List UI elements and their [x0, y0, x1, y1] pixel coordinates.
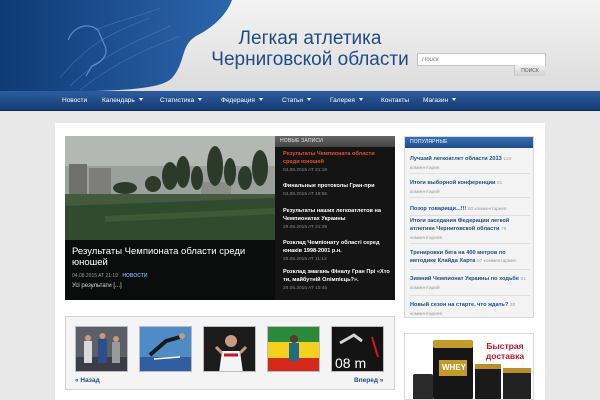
chevron-down-icon [198, 98, 203, 101]
gallery-next-link[interactable]: Вперед » [354, 377, 383, 384]
popular-posts-widget: ПОПУЛЯРНЫЕ Лучший легкоатлет области 201… [404, 136, 534, 318]
gallery-thumbnail[interactable]: 08 m [331, 326, 384, 372]
gallery-thumbnail[interactable] [139, 326, 192, 372]
ad-jar-label: WHEY [442, 363, 466, 372]
nav-item-label: Новости [62, 97, 88, 104]
recent-post-item[interactable]: Результаты наших легкоатлетов на Чемпион… [283, 207, 391, 230]
chevron-down-icon [258, 98, 263, 101]
nav-item-label: Календарь [102, 97, 135, 104]
chevron-down-icon [138, 98, 143, 101]
recent-post-item[interactable]: Результаты Чемпионата области среди юнош… [283, 150, 391, 173]
nav-item-label: Контакты [381, 97, 410, 104]
nav-item-federation[interactable]: Федерация [221, 91, 263, 111]
site-title-line1[interactable]: Легкая атлетика [205, 28, 415, 49]
thumbnail-image-flag [268, 327, 319, 371]
nav-item-label: Федерация [221, 97, 255, 104]
popular-post-title[interactable]: Зимний Чемпионат Украины по ходьбе [410, 276, 519, 282]
search-form: ПОИСК [417, 53, 546, 76]
recent-post-item[interactable]: Розклад змагань Фіналу Гран Прі «Хто ти,… [283, 268, 391, 291]
popular-post-title[interactable]: Итоги выборной конференции [410, 180, 495, 186]
recent-post-title[interactable]: Результаты Чемпионата области среди юнош… [283, 150, 391, 166]
site-header: Легкая атлетика Черниговской области ПОИ… [0, 0, 600, 92]
ad-title-line2: доставка [485, 351, 525, 361]
popular-post-title[interactable]: Итоги заседания Федерации легкой атлетик… [410, 218, 509, 232]
nav-item-label: Статистика [160, 97, 195, 104]
nav-item-statistics[interactable]: Статистика [160, 91, 203, 111]
recent-post-title[interactable]: Розклад Чемпіонату області серед юнаків … [283, 239, 391, 255]
chevron-down-icon [452, 98, 457, 101]
nav-item-label: Магазин [423, 97, 449, 104]
nav-item-contacts[interactable]: Контакты [381, 91, 409, 111]
divider [410, 215, 530, 216]
divider [410, 243, 530, 244]
popular-post-title[interactable]: Новый сезон на старте, что ждать? [410, 302, 508, 308]
popular-post-title[interactable]: Позор товарищи...!!! [410, 206, 466, 212]
site-title[interactable]: Легкая атлетика Черниговской области [205, 28, 415, 70]
featured-caption: Результаты Чемпионата области среди юнош… [65, 240, 275, 300]
ad-title: Быстрая доставка [479, 341, 531, 361]
popular-posts-header: ПОПУЛЯРНЫЕ [405, 137, 533, 148]
nav-item-shop[interactable]: Магазин [423, 91, 457, 111]
recent-post-title[interactable]: Розклад змагань Фіналу Гран Прі «Хто ти,… [283, 268, 391, 284]
nav-item-label: Статьи [282, 97, 304, 104]
divider [410, 295, 530, 296]
divider [410, 269, 530, 270]
gallery-thumbnail[interactable] [203, 326, 256, 372]
nav-item-news[interactable]: Новости [62, 91, 87, 111]
thumbnail-image-athlete [204, 327, 255, 371]
thumbnail-scoreboard-text: 08 m [335, 355, 366, 371]
recent-post-item[interactable]: Розклад Чемпіонату області серед юнаків … [283, 239, 391, 262]
featured-slider[interactable]: Результаты Чемпионата области среди юнош… [65, 136, 275, 300]
chevron-down-icon [358, 98, 363, 101]
popular-post-item[interactable]: Тренировки бега на 400 метров по методик… [410, 249, 532, 266]
meta-separator: · [119, 273, 122, 279]
nav-item-articles[interactable]: Статьи [282, 91, 312, 111]
popular-post-count: 80 комментариев [467, 207, 507, 212]
recent-post-date: 29.05.2015 AT 21:39 [283, 225, 328, 230]
recent-post-date: 04.08.2015 AT 21:19 [283, 168, 328, 173]
recent-post-date: 28.05.2015 AT 10:45 [283, 286, 328, 291]
popular-post-item[interactable]: Итоги заседания Федерации легкой атлетик… [410, 217, 532, 243]
popular-post-item[interactable]: Лучший легкоатлет области 2013 124 комме… [410, 155, 532, 173]
thumbnail-image-scoreboard: 08 m [332, 327, 383, 371]
recent-post-date: 04.08.2015 AT 16:55 [283, 192, 328, 197]
popular-post-item[interactable]: Зимний Чемпионат Украины по ходьбе 51 ко… [410, 275, 532, 293]
recent-post-title[interactable]: Результаты наших легкоатлетов на Чемпион… [283, 207, 391, 223]
site-title-line2[interactable]: Черниговской области [205, 49, 415, 70]
chevron-down-icon [307, 98, 312, 101]
popular-post-item[interactable]: Итоги выборной конференции 81 комментари… [410, 179, 532, 197]
popular-post-item[interactable]: Позор товарищи...!!! 80 комментариев [410, 205, 532, 214]
gallery-prev-link[interactable]: « Назад [75, 377, 100, 384]
gallery-thumbnail[interactable] [75, 326, 128, 372]
shop-ad-banner[interactable]: WHEY Быстрая доставка [404, 333, 534, 400]
featured-meta: 04.08.2015 AT 21:19 · НОВОСТИ [72, 273, 268, 279]
recent-post-date: 28.05.2015 AT 11:12 [283, 257, 327, 262]
popular-post-title[interactable]: Лучший легкоатлет области 2013 [410, 156, 502, 162]
nav-item-gallery[interactable]: Галерея [330, 91, 363, 111]
divider [410, 197, 530, 198]
popular-post-count: 57 комментариев [476, 259, 516, 264]
recent-post-title[interactable]: Финальные протоколы Гран-при [283, 182, 391, 190]
featured-title[interactable]: Результаты Чемпионата области среди юнош… [72, 246, 268, 268]
nav-item-calendar[interactable]: Календарь [102, 91, 143, 111]
featured-category-link[interactable]: НОВОСТИ [122, 273, 147, 279]
ad-title-line1: Быстрая [486, 341, 524, 351]
main-nav: Новости Календарь Статистика Федерация С… [0, 91, 600, 111]
nav-item-label: Галерея [330, 97, 355, 104]
search-input[interactable] [418, 54, 515, 65]
thumbnail-image-podium [76, 327, 127, 371]
recent-posts-header: НОВЫЕ ЗАПИСИ [275, 136, 395, 147]
featured-date: 04.08.2015 AT 21:19 [72, 273, 118, 279]
thumbnail-image-hurdles [140, 327, 191, 371]
gallery-thumbnail[interactable] [267, 326, 320, 372]
divider [410, 173, 530, 174]
featured-excerpt: Усі результати [...] [72, 283, 122, 289]
gallery-carousel: 08 m « Назад Вперед » [65, 316, 395, 390]
recent-posts-panel: НОВЫЕ ЗАПИСИ Результаты Чемпионата облас… [275, 136, 395, 300]
recent-post-item[interactable]: Финальные протоколы Гран-при 04.08.2015 … [283, 182, 391, 197]
popular-post-item[interactable]: Новый сезон на старте, что ждать? 28 ком… [410, 301, 532, 319]
search-button[interactable]: ПОИСК [514, 65, 545, 76]
